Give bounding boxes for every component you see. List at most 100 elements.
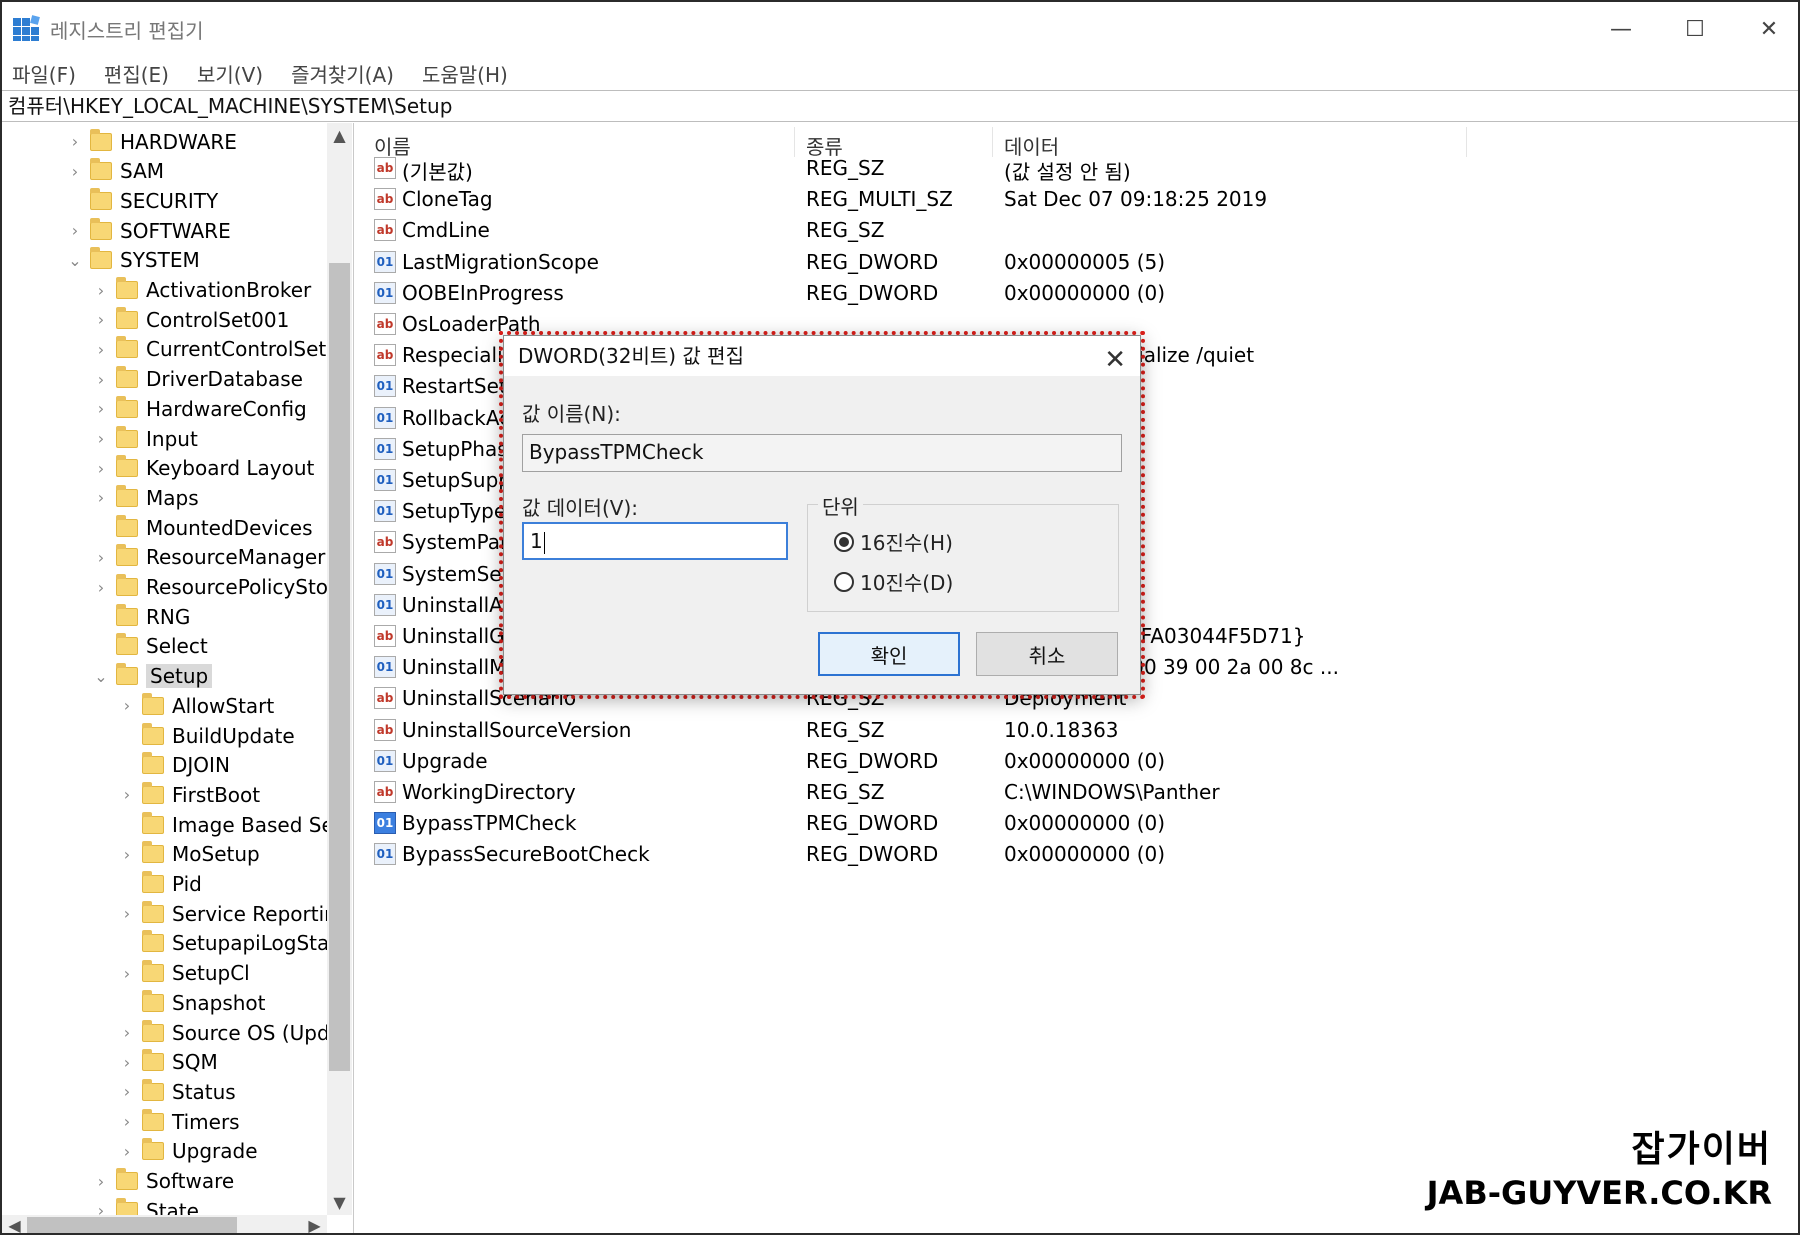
menu-view[interactable]: 보기(V): [197, 59, 263, 88]
dialog-close-icon[interactable]: ✕: [1104, 340, 1126, 380]
tree-node[interactable]: › ResourceManager: [90, 543, 325, 572]
tree-node[interactable]: › CurrentControlSet: [90, 335, 326, 364]
chevron-right-icon[interactable]: ›: [116, 1082, 138, 1101]
tree-node[interactable]: › Keyboard Layout: [90, 454, 314, 483]
value-row[interactable]: 01 LastMigrationScope REG_DWORD 0x00000005 …: [360, 247, 1460, 278]
value-name-field[interactable]: BypassTPMCheck: [522, 434, 1122, 472]
radio-checked-icon[interactable]: [834, 531, 854, 552]
chevron-right-icon[interactable]: ›: [64, 162, 86, 181]
address-bar[interactable]: 컴퓨터\HKEY_LOCAL_MACHINE\SYSTEM\Setup: [2, 90, 1798, 122]
chevron-right-icon[interactable]: ›: [90, 281, 112, 300]
tree-node[interactable]: › Service Reporting: [116, 899, 327, 928]
decimal-radio[interactable]: 10진수(D): [834, 567, 953, 596]
value-row[interactable]: ab CmdLine REG_SZ: [360, 215, 1460, 246]
tree-node[interactable]: ⌄ Setup: [90, 662, 213, 691]
tree-node[interactable]: › SQM: [116, 1048, 218, 1077]
tree-node[interactable]: › DriverDatabase: [90, 365, 303, 394]
tree-node[interactable]: › Status: [116, 1077, 236, 1106]
radio-unchecked-icon[interactable]: [834, 571, 854, 592]
chevron-right-icon[interactable]: ›: [90, 429, 112, 448]
hexadecimal-radio[interactable]: 16진수(H): [834, 527, 953, 556]
tree-node[interactable]: › Software: [90, 1167, 234, 1196]
tree-node[interactable]: › FirstBoot: [116, 780, 260, 809]
tree-node[interactable]: › Maps: [90, 483, 199, 512]
chevron-right-icon[interactable]: ›: [90, 310, 112, 329]
menu-file[interactable]: 파일(F): [12, 59, 76, 88]
chevron-right-icon[interactable]: ›: [90, 459, 112, 478]
column-divider[interactable]: [1466, 127, 1467, 157]
maximize-button[interactable]: ☐: [1658, 2, 1732, 56]
menu-edit[interactable]: 편집(E): [104, 59, 169, 88]
menu-favorites[interactable]: 즐겨찾기(A): [291, 59, 394, 88]
chevron-right-icon[interactable]: ›: [116, 964, 138, 983]
tree-node[interactable]: RNG: [90, 602, 190, 631]
tree-node[interactable]: MountedDevices: [90, 513, 313, 542]
chevron-right-icon[interactable]: ›: [116, 1023, 138, 1042]
tree-node[interactable]: SECURITY: [64, 186, 218, 215]
tree-node[interactable]: › AllowStart: [116, 691, 274, 720]
chevron-right-icon[interactable]: ›: [116, 1112, 138, 1131]
scroll-right-icon[interactable]: ▶: [302, 1215, 327, 1233]
chevron-right-icon[interactable]: ›: [116, 1142, 138, 1161]
tree-horizontal-scroll-thumb[interactable]: [27, 1217, 237, 1233]
tree-node[interactable]: › ControlSet001: [90, 305, 289, 334]
tree-node[interactable]: › ActivationBroker: [90, 276, 311, 305]
scroll-left-icon[interactable]: ◀: [2, 1215, 27, 1233]
scroll-up-icon[interactable]: ▲: [327, 123, 352, 148]
value-row[interactable]: ab CloneTag REG_MULTI_SZ Sat Dec 07 09:18:2…: [360, 184, 1460, 215]
value-row[interactable]: ab WorkingDirectory REG_SZ C:\WINDOWS\Panth…: [360, 777, 1460, 808]
chevron-right-icon[interactable]: ›: [90, 399, 112, 418]
chevron-right-icon[interactable]: ›: [90, 1201, 112, 1215]
chevron-right-icon[interactable]: ›: [90, 578, 112, 597]
tree-horizontal-scrollbar[interactable]: ◀ ▶: [2, 1215, 327, 1233]
value-row[interactable]: 01 BypassTPMCheck REG_DWORD 0x00000000 (0): [360, 808, 1460, 839]
chevron-right-icon[interactable]: ›: [64, 132, 86, 151]
minimize-button[interactable]: —: [1584, 2, 1658, 56]
tree-node[interactable]: DJOIN: [116, 751, 230, 780]
tree-node[interactable]: Select: [90, 632, 208, 661]
chevron-right-icon[interactable]: ›: [64, 221, 86, 240]
tree-node[interactable]: Snapshot: [116, 988, 266, 1017]
chevron-right-icon[interactable]: ›: [90, 488, 112, 507]
value-row[interactable]: ab (기본값) REG_SZ (값 설정 안 됨): [360, 153, 1460, 184]
tree-vertical-scroll-thumb[interactable]: [329, 263, 350, 1071]
menu-help[interactable]: 도움말(H): [422, 59, 508, 88]
tree-node[interactable]: › HardwareConfig: [90, 394, 307, 423]
chevron-right-icon[interactable]: ›: [90, 340, 112, 359]
ok-button[interactable]: 확인: [818, 632, 960, 676]
chevron-right-icon[interactable]: ›: [116, 696, 138, 715]
chevron-right-icon[interactable]: ›: [90, 370, 112, 389]
chevron-right-icon[interactable]: ›: [116, 845, 138, 864]
tree-node[interactable]: › SOFTWARE: [64, 216, 231, 245]
tree-node[interactable]: › ResourcePolicyStore: [90, 573, 327, 602]
chevron-right-icon[interactable]: ›: [90, 548, 112, 567]
tree-node[interactable]: › Timers: [116, 1107, 240, 1136]
chevron-right-icon[interactable]: ›: [90, 1172, 112, 1191]
tree-node[interactable]: › Upgrade: [116, 1137, 258, 1166]
tree-node[interactable]: › SAM: [64, 157, 164, 186]
tree-node[interactable]: › Source OS (Upda: [116, 1018, 327, 1047]
value-row[interactable]: 01 OOBEInProgress REG_DWORD 0x00000000 (0): [360, 278, 1460, 309]
tree-node[interactable]: › HARDWARE: [64, 127, 237, 156]
chevron-right-icon[interactable]: ›: [116, 904, 138, 923]
tree-node[interactable]: SetupapiLogStatu: [116, 929, 327, 958]
tree-vertical-scrollbar[interactable]: ▲ ▼: [327, 123, 352, 1215]
value-row[interactable]: 01 BypassSecureBootCheck REG_DWORD 0x000000…: [360, 839, 1460, 870]
tree-node[interactable]: › State: [90, 1196, 199, 1215]
chevron-right-icon[interactable]: ›: [116, 1053, 138, 1072]
close-window-button[interactable]: ✕: [1732, 2, 1798, 56]
tree-node[interactable]: Image Based Setu: [116, 810, 327, 839]
value-data-field[interactable]: 1: [522, 522, 788, 560]
value-row[interactable]: 01 Upgrade REG_DWORD 0x00000000 (0): [360, 746, 1460, 777]
tree-node[interactable]: › Input: [90, 424, 198, 453]
tree-node[interactable]: › SetupCl: [116, 959, 250, 988]
chevron-down-icon[interactable]: ⌄: [64, 251, 86, 270]
scroll-down-icon[interactable]: ▼: [327, 1190, 352, 1215]
chevron-right-icon[interactable]: ›: [116, 785, 138, 804]
tree-node[interactable]: › MoSetup: [116, 840, 260, 869]
chevron-down-icon[interactable]: ⌄: [90, 667, 112, 686]
tree-node[interactable]: ⌄ SYSTEM: [64, 246, 200, 275]
tree-node[interactable]: BuildUpdate: [116, 721, 295, 750]
value-row[interactable]: ab UninstallSourceVersion REG_SZ 10.0.18363: [360, 715, 1460, 746]
cancel-button[interactable]: 취소: [976, 632, 1118, 676]
